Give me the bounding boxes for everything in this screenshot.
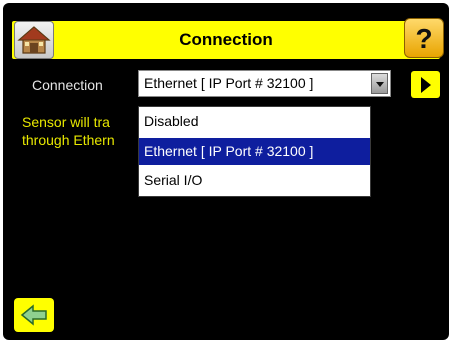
device-screen: Connection ? Connection Ethernet [ IP Po… — [3, 3, 449, 340]
connection-label: Connection — [32, 77, 103, 93]
home-button[interactable] — [14, 21, 54, 59]
status-message-line-1: Sensor will tra — [22, 114, 110, 130]
help-icon: ? — [415, 23, 433, 54]
status-message-line-2: through Ethern — [22, 132, 115, 148]
dropdown-arrow-icon[interactable] — [371, 73, 388, 94]
next-button[interactable] — [411, 71, 440, 98]
home-icon — [17, 26, 51, 54]
dropdown-option-disabled[interactable]: Disabled — [139, 108, 370, 135]
next-arrow-icon — [421, 77, 431, 93]
page-title: Connection — [179, 30, 273, 49]
connection-dropdown-list: Disabled Ethernet [ IP Port # 32100 ] Se… — [138, 106, 371, 197]
dropdown-option-serial[interactable]: Serial I/O — [139, 167, 370, 194]
status-message: Sensor will tra through Ethern — [22, 113, 115, 149]
back-arrow-icon — [20, 304, 47, 326]
title-bar: Connection — [12, 21, 440, 59]
connection-select-value: Ethernet [ IP Port # 32100 ] — [144, 75, 314, 91]
connection-select[interactable]: Ethernet [ IP Port # 32100 ] — [138, 70, 391, 97]
dropdown-option-ethernet[interactable]: Ethernet [ IP Port # 32100 ] — [139, 138, 370, 165]
help-button[interactable]: ? — [404, 18, 444, 58]
back-button[interactable] — [14, 298, 54, 332]
